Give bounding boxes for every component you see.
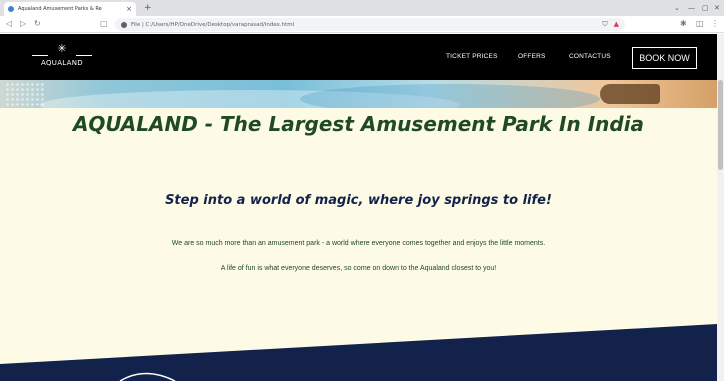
forward-arrow-icon[interactable]: ▷ <box>20 19 26 29</box>
ferris-wheel-icon: ✳ <box>57 42 67 55</box>
page-headline: AQUALAND - The Largest Amusement Park In… <box>72 112 645 136</box>
minimize-icon[interactable]: — <box>688 3 695 13</box>
site-navbar: ✳ AQUALAND TICKET PRICES OFFERS CONTACTU… <box>0 34 717 80</box>
page-viewport: ✳ AQUALAND TICKET PRICES OFFERS CONTACTU… <box>0 34 717 381</box>
logo-divider <box>32 55 48 56</box>
shield-icon[interactable]: ⛉ <box>602 20 607 29</box>
tab-title: Aqualand Amusement Parks & Re <box>18 6 102 12</box>
aqualand-logo[interactable]: ✳ AQUALAND <box>30 42 94 72</box>
tab-close-icon[interactable]: × <box>126 5 132 13</box>
url-text: File | C:/Users/HP/OneDrive/Desktop/vara… <box>131 21 295 28</box>
address-bar[interactable]: File | C:/Users/HP/OneDrive/Desktop/vara… <box>115 18 625 31</box>
hero-splash <box>5 82 45 106</box>
page-tagline: Step into a world of magic, where joy sp… <box>165 193 552 208</box>
section-divider-band <box>0 324 717 381</box>
logo-text: AQUALAND <box>41 59 83 67</box>
tab-search-icon[interactable]: ▢ <box>100 19 108 29</box>
browser-tab[interactable]: Aqualand Amusement Parks & Re × <box>4 2 136 16</box>
extensions-icon[interactable]: ✱ <box>680 19 687 29</box>
site-favicon-icon <box>8 6 14 12</box>
hero-wave <box>300 84 600 108</box>
navy-wedge <box>0 324 717 381</box>
page-scrollbar[interactable] <box>717 34 724 381</box>
sidebar-icon[interactable]: ◫ <box>696 19 704 29</box>
logo-divider <box>76 55 92 56</box>
browser-toolbar: ◁ ▷ ↻ ▢ File | C:/Users/HP/OneDrive/Desk… <box>0 16 724 33</box>
nav-ticket-prices[interactable]: TICKET PRICES <box>446 53 498 60</box>
new-tab-button[interactable]: + <box>144 2 152 14</box>
book-now-button[interactable]: BOOK NOW <box>632 47 697 69</box>
close-window-icon[interactable]: ✕ <box>714 3 720 13</box>
hero-image <box>0 80 717 108</box>
chevron-down-icon[interactable]: ⌄ <box>674 3 680 13</box>
intro-paragraph: A life of fun is what everyone deserves,… <box>220 265 497 272</box>
menu-icon[interactable]: ⋮ <box>711 19 719 29</box>
hero-swimmer <box>600 84 660 104</box>
browser-tab-strip: Aqualand Amusement Parks & Re × + ⌄ — ▢ … <box>0 0 724 16</box>
reload-icon[interactable]: ↻ <box>34 19 41 29</box>
intro-paragraph: We are so much more than an amusement pa… <box>171 240 546 247</box>
restore-icon[interactable]: ▢ <box>702 3 709 13</box>
nav-contact[interactable]: CONTACTUS <box>569 53 611 60</box>
nav-offers[interactable]: OFFERS <box>518 53 546 60</box>
warning-icon[interactable]: ▲ <box>614 20 619 29</box>
back-arrow-icon[interactable]: ◁ <box>6 19 12 29</box>
site-info-icon[interactable] <box>121 21 127 28</box>
scrollbar-thumb[interactable] <box>718 80 723 170</box>
